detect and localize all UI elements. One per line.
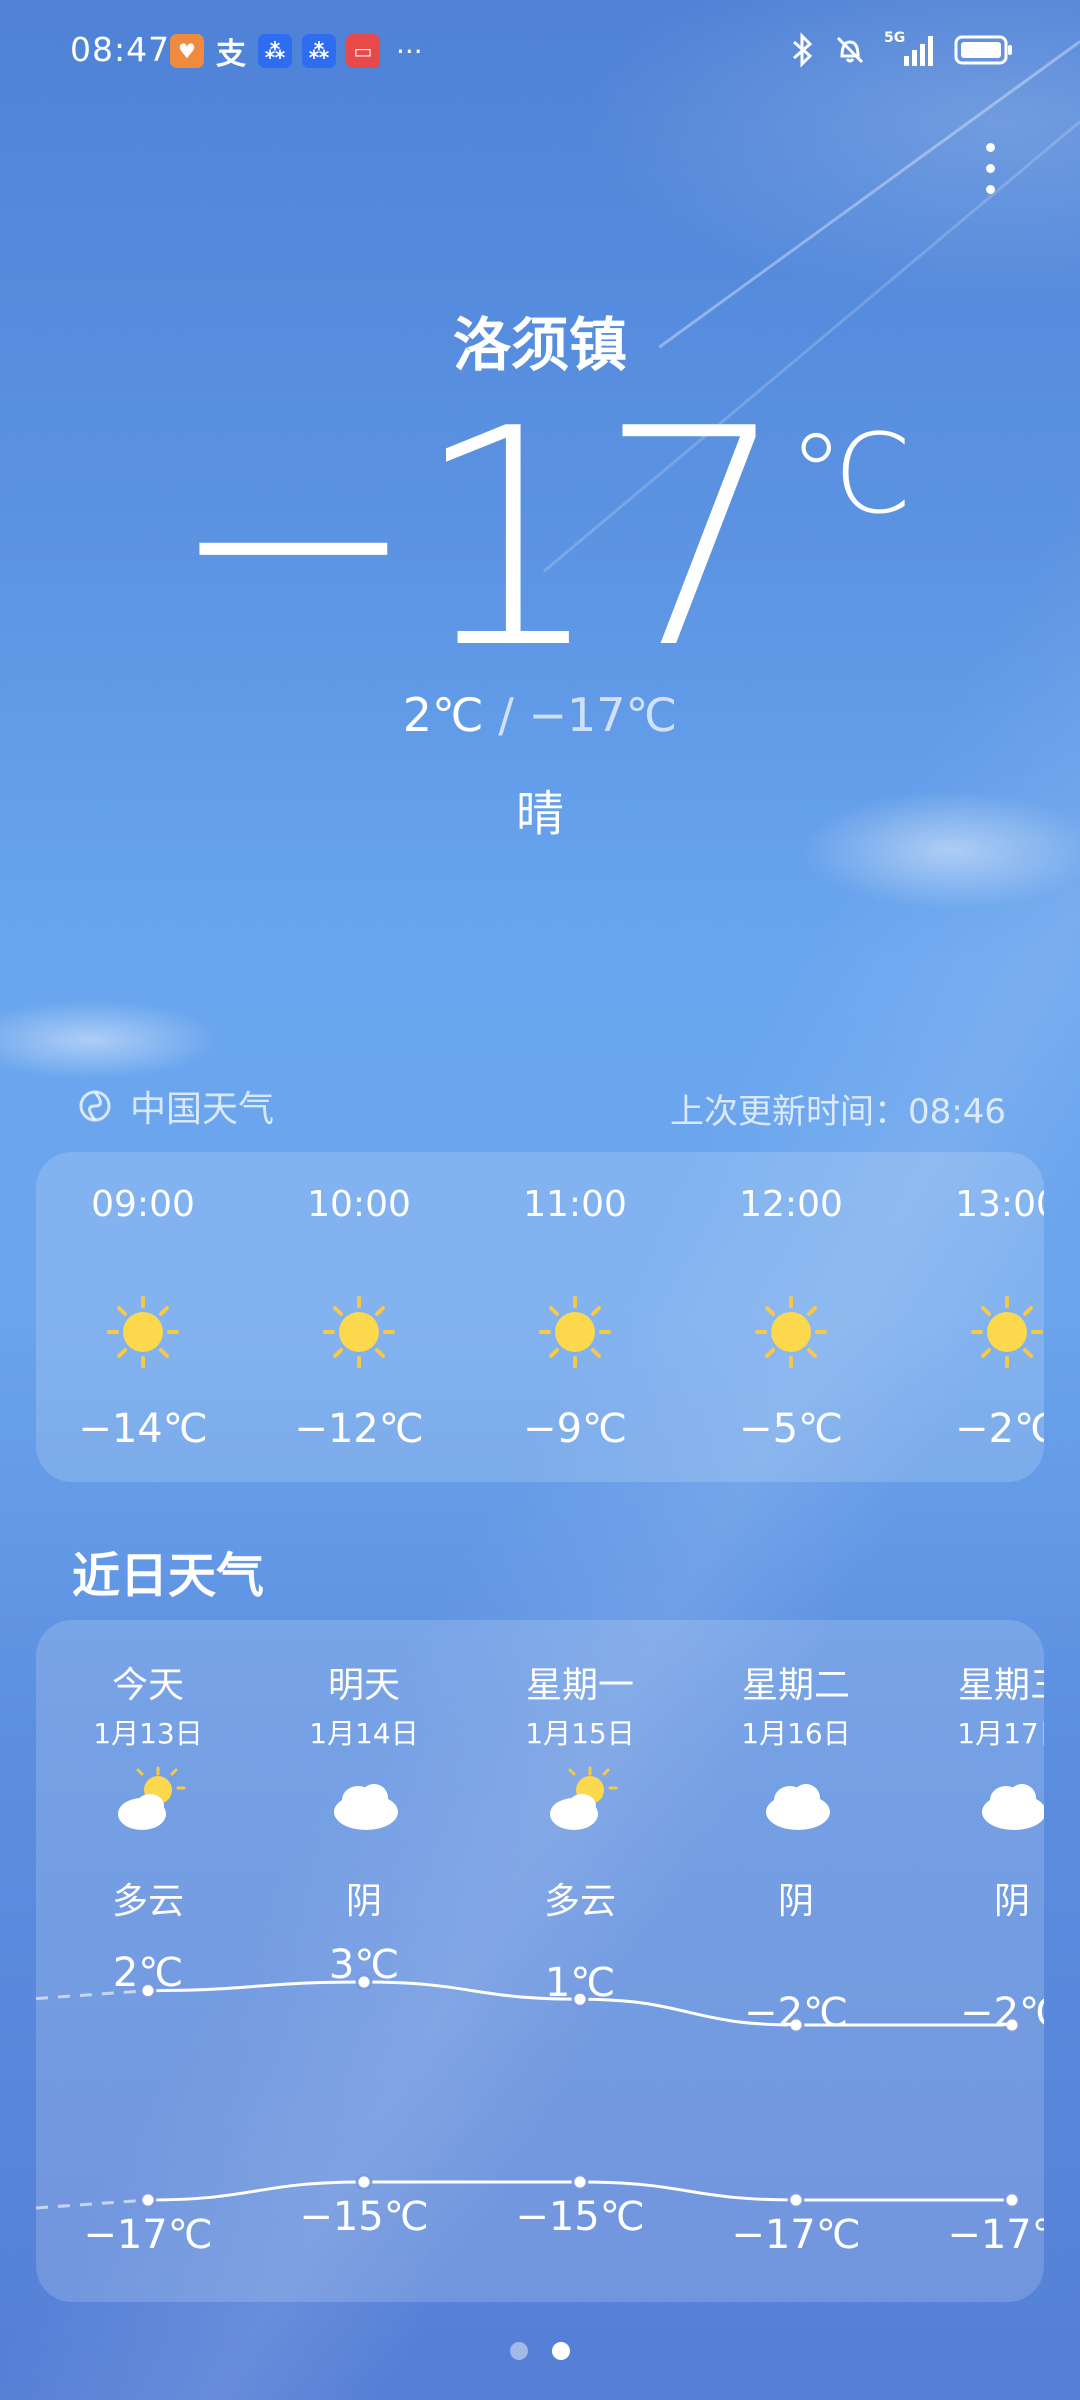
temp-range: 2℃ / −17℃	[0, 688, 1080, 742]
notification-icons: ♥ 支 ⁂ ⁂ ▭ ···	[170, 34, 423, 72]
more-dots-icon	[985, 142, 995, 152]
hour-time: 13:00	[955, 1184, 1044, 1225]
system-icons: 5G	[788, 30, 1014, 68]
hour-time: 09:00	[91, 1184, 195, 1225]
day-condition: 多云	[111, 1881, 184, 1922]
hour-temp: −5℃	[739, 1406, 843, 1452]
day-low: −15℃	[515, 2194, 645, 2240]
hourly-item: 11:00 −9℃	[490, 1152, 660, 1482]
day-date: 1月14日	[309, 1717, 419, 1750]
day-name: 星期二	[741, 1665, 850, 1706]
more-dots-icon	[985, 184, 995, 194]
current-condition: 晴	[515, 786, 564, 842]
hour-temp: −2℃	[955, 1406, 1044, 1452]
day-name: 明天	[327, 1665, 400, 1706]
status-bar: 08:47 ♥ 支 ⁂ ⁂ ▭ ··· 5G	[0, 0, 1080, 104]
weather-source[interactable]: 中国天气	[76, 1080, 274, 1132]
day-name: 星期三	[957, 1665, 1044, 1706]
current-temp-unit: ℃	[788, 410, 913, 538]
day-low: −17℃	[83, 2212, 213, 2258]
day-condition: 阴	[777, 1881, 814, 1922]
cloudy-icon	[766, 1784, 830, 1830]
page-dot[interactable]	[510, 2342, 528, 2360]
day-condition: 多云	[543, 1881, 616, 1922]
today-low: −17℃	[528, 688, 678, 742]
current-temp-value: −17	[167, 365, 789, 714]
hour-temp: −12℃	[294, 1406, 424, 1452]
range-separator: /	[498, 688, 514, 742]
day-high: 2℃	[112, 1950, 184, 1996]
day-date: 1月17日	[957, 1717, 1044, 1750]
partly-cloudy-icon	[550, 1766, 618, 1830]
day-date: 1月16日	[741, 1717, 851, 1750]
cloudy-icon	[982, 1784, 1044, 1830]
taobao-app-icon: ♥	[170, 34, 204, 68]
sun-icon	[539, 1296, 611, 1368]
sun-icon	[971, 1296, 1043, 1368]
day-date: 1月15日	[525, 1717, 635, 1750]
hour-time: 12:00	[739, 1184, 843, 1225]
daily-forecast-card[interactable]: 今天 1月13日 多云 2℃ −17℃ 明天 1月14日 阴 3℃ −15℃ 星…	[36, 1620, 1044, 2302]
daily-item: 星期一 1月15日 多云 1℃ −15℃	[490, 1620, 670, 2302]
hourly-forecast-card[interactable]: 09:00 −14℃ 10:00 −12℃ 11:00 −9℃ 12:00 −5…	[36, 1152, 1044, 1482]
day-condition: 阴	[993, 1881, 1030, 1922]
status-time: 08:47	[70, 30, 171, 69]
day-name: 星期一	[525, 1665, 634, 1706]
alipay-app-icon: 支	[216, 37, 246, 72]
sun-icon	[323, 1296, 395, 1368]
day-low: −15℃	[299, 2194, 429, 2240]
hourly-item: 10:00 −12℃	[274, 1152, 444, 1482]
day-date: 1月13日	[93, 1717, 203, 1750]
hourly-item: 09:00 −14℃	[58, 1152, 228, 1482]
daily-item: 星期二 1月16日 阴 −2℃ −17℃	[706, 1620, 886, 2302]
bluetooth-icon	[793, 32, 813, 68]
red-app-icon: ▭	[346, 34, 380, 68]
partly-cloudy-icon	[118, 1766, 186, 1830]
day-low: −17℃	[731, 2212, 861, 2258]
day-condition: 阴	[345, 1881, 382, 1922]
sun-icon	[107, 1296, 179, 1368]
signal-5g-icon: 5G	[884, 30, 938, 68]
sky-cloud	[0, 1000, 220, 1080]
mute-bell-icon	[836, 36, 864, 64]
daily-item: 星期三 1月17日 阴 −2℃ −17℃	[922, 1620, 1044, 2302]
day-high: 1℃	[544, 1960, 616, 2006]
hour-time: 10:00	[307, 1184, 411, 1225]
last-updated: 上次更新时间：08:46	[670, 1092, 1006, 1132]
baidu-app-icon: ⁂	[302, 34, 336, 68]
hour-temp: −9℃	[523, 1406, 627, 1452]
day-high: −2℃	[744, 1990, 848, 2036]
day-name: 今天	[111, 1665, 184, 1706]
hourly-item: 13:00 −2℃	[922, 1152, 1044, 1482]
cloudy-icon	[334, 1784, 398, 1830]
daily-item: 明天 1月14日 阴 3℃ −15℃	[274, 1620, 454, 2302]
more-dots-icon	[985, 163, 995, 173]
today-high: 2℃	[402, 688, 484, 742]
sun-icon	[755, 1296, 827, 1368]
day-high: −2℃	[960, 1990, 1044, 2036]
battery-icon	[954, 35, 1012, 65]
hour-temp: −14℃	[78, 1406, 208, 1452]
page-indicator	[0, 2342, 1080, 2360]
page-dot-active[interactable]	[552, 2342, 570, 2360]
day-high: 3℃	[328, 1942, 400, 1988]
recent-weather-title: 近日天气	[72, 1548, 265, 1604]
day-low: −17℃	[947, 2212, 1044, 2258]
more-options-button[interactable]	[950, 128, 1030, 208]
source-name: 中国天气	[130, 1089, 275, 1130]
hourly-item: 12:00 −5℃	[706, 1152, 876, 1482]
current-temperature: −17 ℃	[0, 390, 1080, 690]
daily-item: 今天 1月13日 多云 2℃ −17℃	[58, 1620, 238, 2302]
hour-time: 11:00	[523, 1184, 627, 1225]
china-weather-logo-icon	[79, 1090, 111, 1122]
more-notifications-icon: ···	[396, 34, 423, 68]
baidu-app-icon: ⁂	[258, 34, 292, 68]
